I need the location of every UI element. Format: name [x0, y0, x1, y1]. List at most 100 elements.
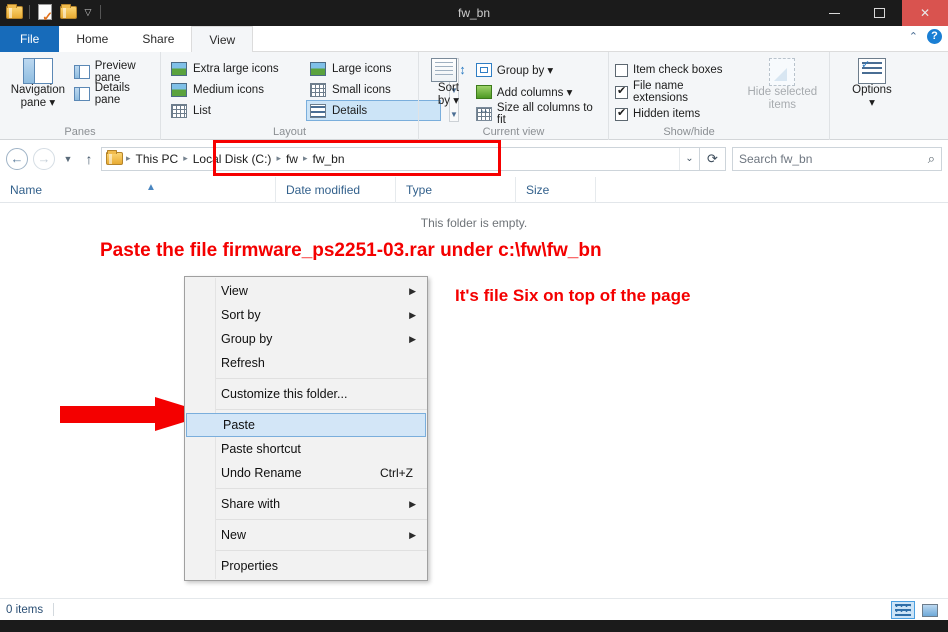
layout-label: Medium icons [193, 83, 264, 96]
small-icons-icon [310, 82, 326, 97]
sort-by-button[interactable]: ↕ Sort by ▾ [425, 55, 472, 125]
sort-ascending-icon: ▲ [146, 182, 156, 193]
size-all-columns-button[interactable]: Size all columns to fit [475, 102, 602, 126]
preview-pane-button[interactable]: Preview pane [73, 60, 154, 84]
ribbon-group-layout: Extra large icons Medium icons List Larg… [160, 52, 459, 140]
ribbon: Navigation pane ▾ Preview pane Details p… [0, 52, 948, 140]
window-bottom-edge [0, 620, 948, 632]
details-view-button[interactable] [891, 601, 915, 619]
group-by-label: Group by ▾ [496, 65, 554, 77]
annotation-paste-instruction: Paste the file firmware_ps2251-03.rar un… [100, 240, 602, 261]
sort-by-icon [431, 58, 458, 82]
view-toggle-buttons [891, 601, 942, 619]
minimize-button[interactable] [812, 0, 857, 26]
column-header-row: Name ▲ Date modified Type Size [0, 177, 948, 203]
details-pane-button[interactable]: Details pane [73, 82, 154, 106]
refresh-button[interactable]: ⟳ [700, 146, 726, 171]
column-header-date-modified[interactable]: Date modified [276, 177, 396, 203]
close-button[interactable]: ✕ [902, 0, 948, 26]
address-bar-row: ← → ▼ ↑ ▸ This PC ▸ Local Disk (C:) ▸ fw… [0, 139, 948, 177]
context-menu-label: Undo Rename [221, 466, 302, 480]
layout-list[interactable]: List [167, 100, 302, 121]
up-one-level-button[interactable]: ↑ [79, 151, 99, 167]
forward-button[interactable]: → [33, 147, 55, 170]
help-icon[interactable]: ? [927, 29, 942, 44]
context-menu-accelerator: Ctrl+Z [380, 466, 413, 480]
add-columns-button[interactable]: Add columns ▾ [475, 81, 602, 103]
file-name-extensions-toggle[interactable]: File name extensions [615, 80, 738, 104]
submenu-arrow-icon: ▶ [409, 333, 416, 344]
layout-label: Small icons [332, 83, 391, 96]
context-menu-item-share-with[interactable]: Share with ▶ [185, 492, 427, 516]
status-divider [53, 603, 55, 616]
context-menu-item-group-by[interactable]: Group by ▶ [185, 327, 427, 351]
navigation-pane-button[interactable]: Navigation pane ▾ [6, 55, 70, 110]
tab-file[interactable]: File [0, 26, 60, 52]
submenu-arrow-icon: ▶ [409, 285, 416, 296]
submenu-arrow-icon: ▶ [409, 498, 416, 509]
hide-selected-items-button[interactable]: Hide selected items [742, 55, 823, 125]
address-folder-icon [106, 149, 123, 166]
ribbon-group-panes: Navigation pane ▾ Preview pane Details p… [0, 52, 160, 140]
search-input[interactable]: Search fw_bn ⌕ [732, 146, 942, 171]
context-menu-item-sort-by[interactable]: Sort by ▶ [185, 303, 427, 327]
context-menu-separator [216, 409, 427, 410]
context-menu-item-undo-rename[interactable]: Undo Rename Ctrl+Z [185, 461, 427, 485]
add-columns-label: Add columns ▾ [496, 87, 573, 99]
hidden-items-toggle[interactable]: Hidden items [615, 103, 738, 125]
context-menu-item-paste[interactable]: Paste [186, 413, 426, 437]
hide-selected-label-1: Hide selected [747, 86, 818, 98]
add-columns-icon [475, 85, 492, 99]
context-menu-item-customize-folder[interactable]: Customize this folder... [185, 382, 427, 406]
options-icon [858, 58, 886, 84]
list-icon [171, 103, 187, 118]
maximize-button[interactable] [857, 0, 902, 26]
recent-locations-icon[interactable]: ▼ [60, 154, 76, 164]
breadcrumb: ▸ This PC ▸ Local Disk (C:) ▸ fw ▸ fw_bn [125, 152, 349, 166]
context-menu-item-new[interactable]: New ▶ [185, 523, 427, 547]
address-dropdown-icon[interactable]: ⌄ [679, 147, 699, 170]
address-bar[interactable]: ▸ This PC ▸ Local Disk (C:) ▸ fw ▸ fw_bn… [101, 139, 700, 176]
annotation-file-six-note: It's file Six on top of the page [455, 286, 691, 305]
context-menu-item-paste-shortcut[interactable]: Paste shortcut [185, 437, 427, 461]
context-menu-item-refresh[interactable]: Refresh [185, 351, 427, 375]
back-button[interactable]: ← [6, 147, 28, 170]
layout-label: Details [332, 104, 368, 117]
layout-medium-icons[interactable]: Medium icons [167, 79, 302, 100]
group-label-panes: Panes [64, 126, 96, 138]
column-header-name-label: Name [10, 183, 43, 197]
medium-icons-icon [171, 82, 187, 97]
group-by-button[interactable]: Group by ▾ [475, 59, 602, 81]
context-menu[interactable]: View ▶ Sort by ▶ Group by ▶ Refresh Cust… [184, 276, 428, 581]
search-icon[interactable]: ⌕ [928, 151, 935, 167]
breadcrumb-local-disk[interactable]: Local Disk (C:) [189, 152, 276, 166]
navigation-pane-label-1: Navigation [10, 84, 66, 96]
options-label-1: Options [852, 84, 892, 96]
checkbox-checked-icon[interactable] [615, 85, 628, 99]
checkbox-icon[interactable] [615, 63, 628, 77]
context-menu-label: View [221, 284, 248, 298]
preview-pane-label: Preview pane [94, 60, 136, 84]
item-check-boxes-toggle[interactable]: Item check boxes [615, 59, 738, 81]
layout-extra-large-icons[interactable]: Extra large icons [167, 58, 302, 79]
context-menu-item-properties[interactable]: Properties [185, 554, 427, 578]
checkbox-checked-icon-2[interactable] [615, 107, 628, 121]
breadcrumb-this-pc[interactable]: This PC [132, 152, 183, 166]
breadcrumb-fw[interactable]: fw [282, 152, 302, 166]
file-name-extensions-label: File name extensions [633, 80, 688, 104]
column-header-type[interactable]: Type [396, 177, 516, 203]
context-menu-label: Properties [221, 559, 278, 573]
column-header-size[interactable]: Size [516, 177, 596, 203]
context-menu-item-view[interactable]: View ▶ [185, 279, 427, 303]
tab-share[interactable]: Share [125, 26, 192, 52]
tab-home[interactable]: Home [59, 26, 126, 52]
collapse-ribbon-icon[interactable]: ⌃ [909, 30, 918, 43]
column-header-name[interactable]: Name ▲ [0, 177, 276, 203]
title-bar: ▽ fw_bn ✕ [0, 0, 948, 26]
window-controls: ✕ [812, 0, 948, 26]
tab-view[interactable]: View [191, 26, 254, 52]
context-menu-separator [216, 488, 427, 489]
large-icons-view-button[interactable] [918, 601, 942, 619]
breadcrumb-fw-bn[interactable]: fw_bn [309, 152, 349, 166]
options-button[interactable]: Options ▾ [836, 55, 908, 110]
